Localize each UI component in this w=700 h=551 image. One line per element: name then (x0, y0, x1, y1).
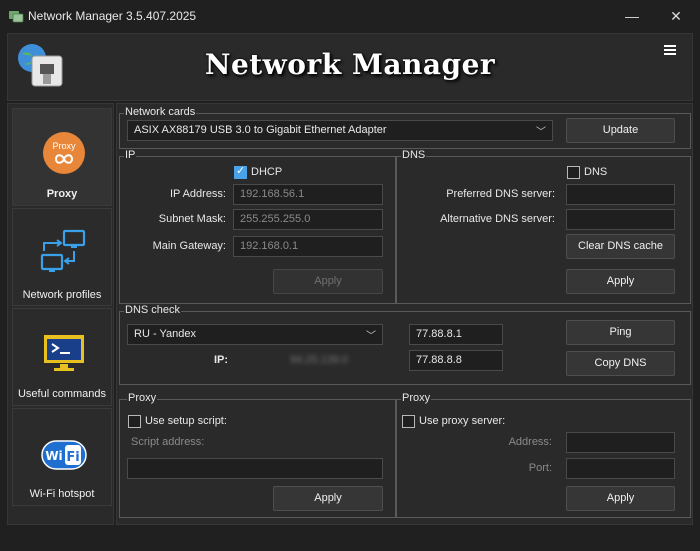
subnet-mask-field[interactable]: 255.255.255.0 (233, 209, 383, 230)
clear-dns-cache-button[interactable]: Clear DNS cache (566, 234, 675, 259)
use-proxy-server-checkbox[interactable] (402, 415, 415, 428)
sidebar: Proxy Proxy Network profiles Useful comm… (7, 103, 114, 525)
proxy-port-field[interactable] (566, 458, 675, 479)
ip-apply-button[interactable]: Apply (273, 269, 383, 294)
use-setup-script-checkbox[interactable] (128, 415, 141, 428)
wifi-icon: Wi Fi (41, 437, 87, 473)
minimize-button[interactable]: — (617, 6, 647, 26)
hamburger-menu-icon[interactable] (660, 40, 680, 60)
proxy-script-apply-button[interactable]: Apply (273, 486, 383, 511)
dns-check-ip-value: 94.25.139.0 (290, 354, 349, 366)
sidebar-item-network-profiles[interactable]: Network profiles (12, 208, 112, 306)
close-button[interactable]: ✕ (661, 6, 691, 26)
subnet-mask-label: Subnet Mask: (158, 213, 226, 225)
ip-group-label: IP (124, 149, 137, 161)
proxy-port-label: Port: (528, 462, 552, 474)
proxy-server-group-label: Proxy (401, 392, 432, 404)
proxy-script-group-label: Proxy (127, 392, 158, 404)
alternative-dns-label: Alternative DNS server: (440, 213, 555, 225)
sidebar-item-label: Proxy (46, 188, 78, 200)
network-cards-label: Network cards (124, 106, 197, 118)
dhcp-checkbox[interactable] (234, 164, 247, 179)
window-title: Network Manager 3.5.407.2025 (28, 9, 197, 23)
svg-text:Proxy: Proxy (52, 141, 76, 151)
script-address-label: Script address: (131, 436, 205, 448)
network-manager-app-icon (8, 8, 24, 24)
dns-check-secondary-field[interactable]: 77.88.8.8 (409, 350, 503, 371)
alternative-dns-field[interactable] (566, 209, 675, 230)
use-proxy-server-label: Use proxy server: (419, 415, 506, 427)
dns-group-label: DNS (401, 149, 427, 161)
sidebar-item-proxy[interactable]: Proxy Proxy (12, 108, 112, 206)
sidebar-item-label: Useful commands (17, 388, 107, 400)
proxy-address-label: Address: (508, 436, 552, 448)
sidebar-item-label: Wi-Fi hotspot (29, 488, 95, 500)
preferred-dns-label: Preferred DNS server: (446, 188, 555, 200)
dns-provider-select[interactable]: RU - Yandex ﹀ (127, 324, 383, 345)
script-address-field[interactable] (127, 458, 383, 479)
dns-check-ip-label: IP: (213, 354, 228, 366)
chevron-down-icon: ﹀ (366, 331, 376, 342)
ip-address-field[interactable]: 192.168.56.1 (233, 184, 383, 205)
ping-button[interactable]: Ping (566, 320, 675, 345)
chevron-down-icon: ﹀ (536, 127, 546, 138)
proxy-address-field[interactable] (566, 432, 675, 453)
sidebar-item-useful-commands[interactable]: Useful commands (12, 308, 112, 406)
copy-dns-button[interactable]: Copy DNS (566, 351, 675, 376)
preferred-dns-field[interactable] (566, 184, 675, 205)
dns-provider-value: RU - Yandex (134, 328, 196, 340)
svg-text:Wi: Wi (45, 449, 62, 463)
update-button[interactable]: Update (566, 118, 675, 143)
dns-checkbox[interactable] (567, 166, 580, 179)
app-header-title: Network Manager (204, 48, 496, 81)
use-setup-script-label: Use setup script: (145, 415, 227, 427)
terminal-icon (42, 331, 86, 375)
dns-apply-button[interactable]: Apply (566, 269, 675, 294)
proxy-server-apply-button[interactable]: Apply (566, 486, 675, 511)
network-profiles-icon (38, 229, 88, 277)
sidebar-item-wifi-hotspot[interactable]: Wi Fi Wi-Fi hotspot (12, 408, 112, 506)
sidebar-item-label: Network profiles (22, 289, 102, 301)
dns-check-label: DNS check (124, 304, 182, 316)
network-card-value: ASIX AX88179 USB 3.0 to Gigabit Ethernet… (134, 124, 387, 136)
dns-check-primary-field[interactable]: 77.88.8.1 (409, 324, 503, 345)
dhcp-label: DHCP (251, 166, 283, 178)
network-card-select[interactable]: ASIX AX88179 USB 3.0 to Gigabit Ethernet… (127, 120, 553, 141)
main-gateway-field[interactable]: 192.168.0.1 (233, 236, 383, 257)
ip-address-label: IP Address: (169, 188, 226, 200)
svg-text:Fi: Fi (66, 450, 79, 465)
dns-checkbox-label: DNS (584, 166, 608, 178)
main-gateway-label: Main Gateway: (152, 240, 226, 252)
proxy-icon: Proxy (42, 131, 86, 175)
